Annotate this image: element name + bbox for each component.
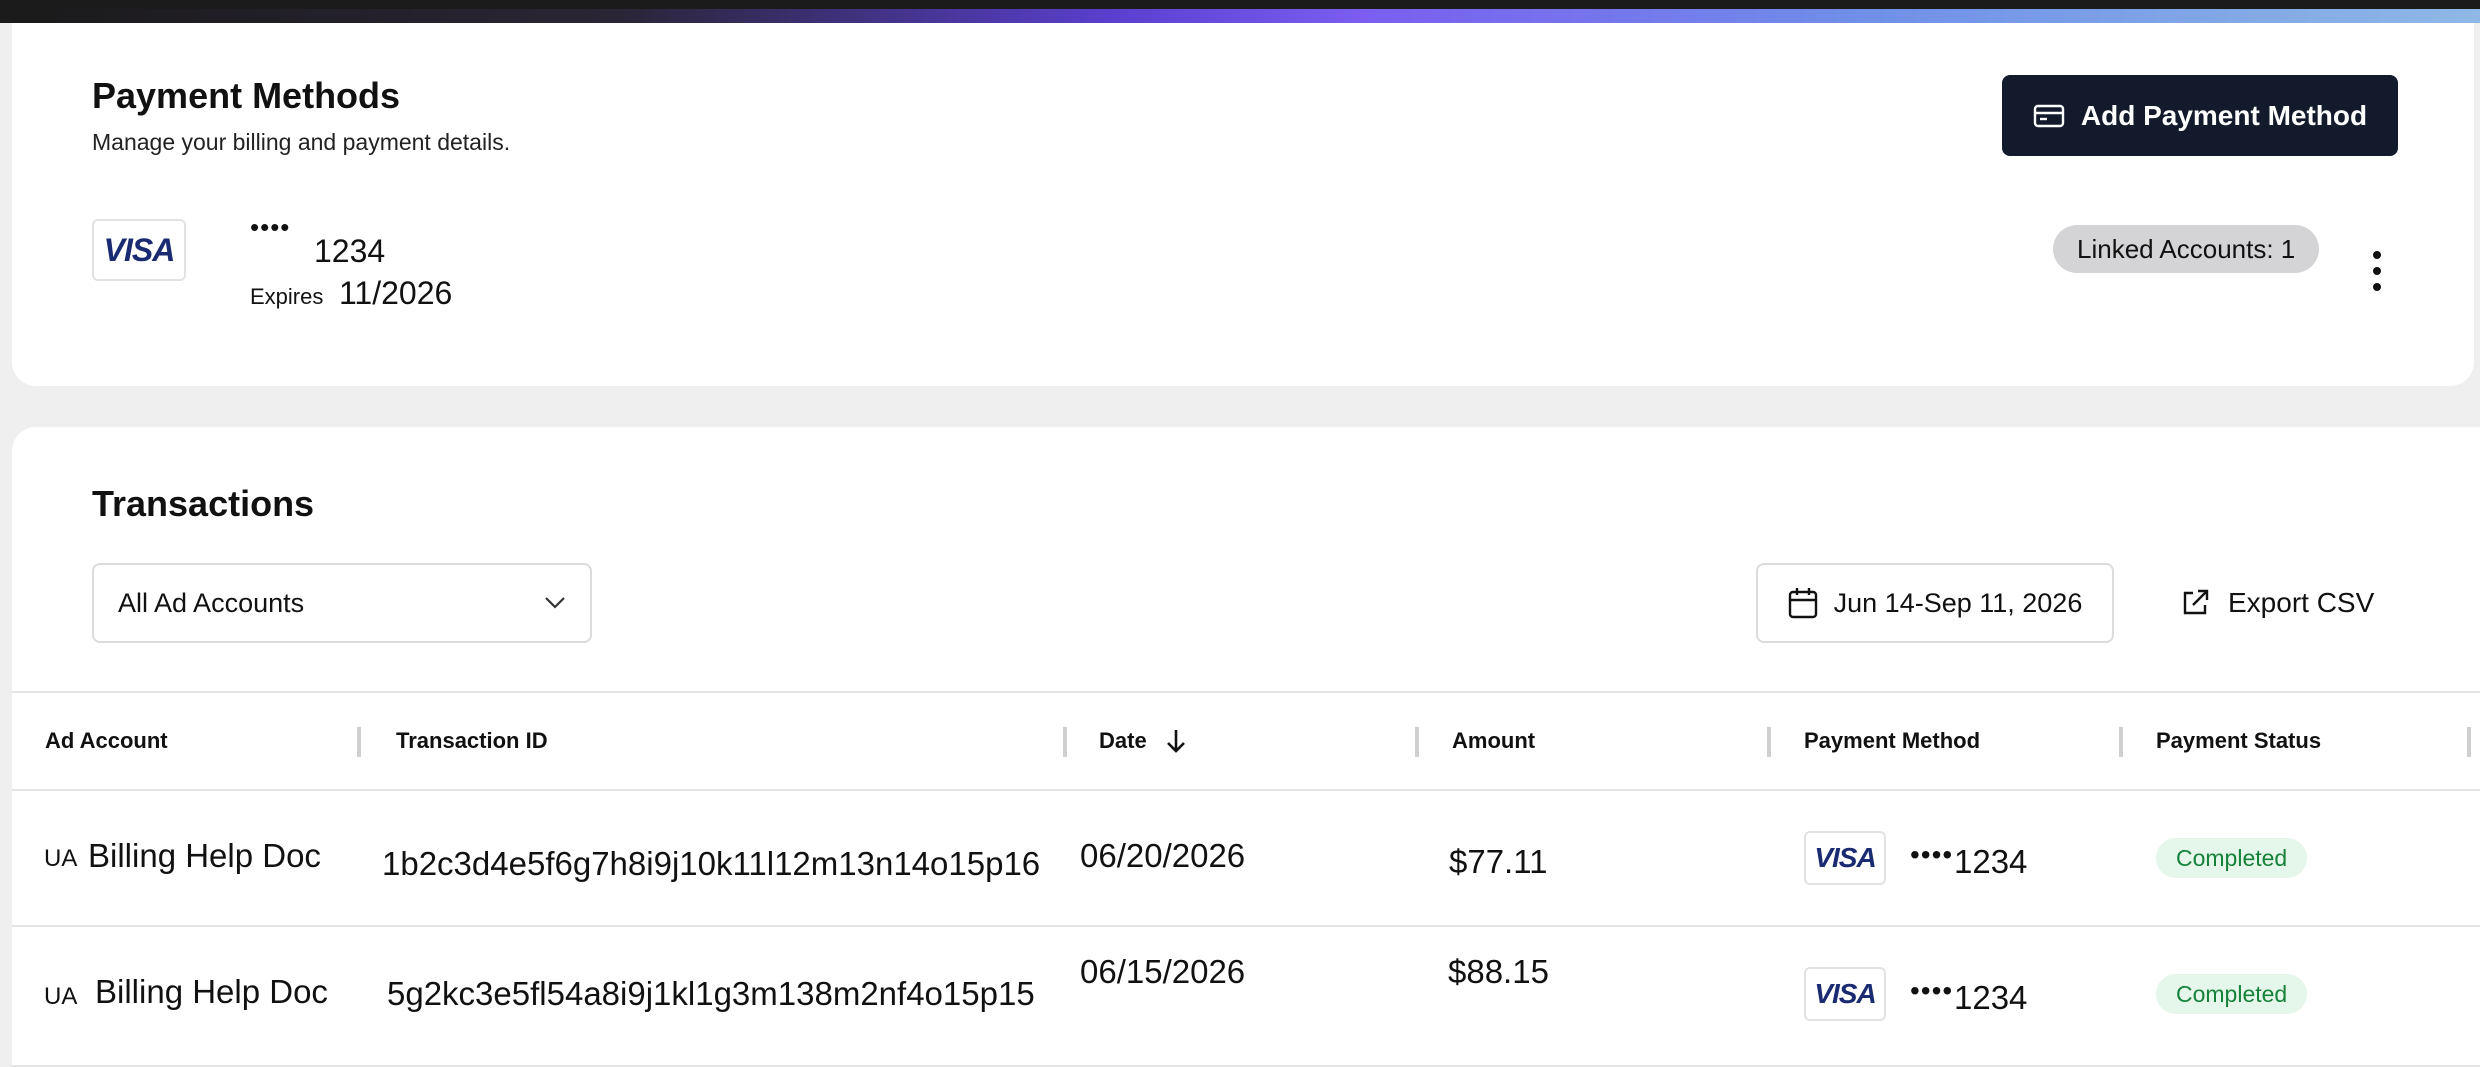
- column-header-ad-account[interactable]: Ad Account: [45, 693, 168, 789]
- status-badge: Completed: [2156, 838, 2308, 878]
- column-resize-handle[interactable]: [1767, 727, 1771, 757]
- payment-methods-card: Payment Methods Manage your billing and …: [12, 23, 2474, 386]
- credit-card-icon: [2033, 104, 2065, 127]
- transaction-amount: $88.15: [1448, 953, 1549, 990]
- column-resize-handle[interactable]: [1415, 727, 1419, 757]
- top-gradient-bar: [0, 0, 2480, 23]
- table-row[interactable]: UA Billing Help Doc 5g2kc3e5fl54a8i9j1kl…: [12, 927, 2480, 1067]
- column-header-payment-status[interactable]: Payment Status: [2156, 693, 2321, 789]
- status-badge-label: Completed: [2176, 980, 2288, 1007]
- payment-methods-subtitle: Manage your billing and payment details.: [92, 129, 511, 155]
- date-range-value: Jun 14-Sep 11, 2026: [1833, 587, 2083, 618]
- transaction-id: 5g2kc3e5fl54a8i9j1kl1g3m138m2nf4o15p15: [387, 975, 1035, 1012]
- visa-logo: VISA: [1804, 967, 1886, 1021]
- transaction-id: 1b2c3d4e5f6g7h8i9j10k11l12m13n14o15p16: [382, 845, 1041, 882]
- transaction-amount: $77.11: [1449, 843, 1548, 880]
- payment-methods-title: Payment Methods: [92, 75, 401, 116]
- table-row[interactable]: UA Billing Help Doc 1b2c3d4e5f6g7h8i9j10…: [12, 791, 2480, 927]
- transactions-table-header: Ad Account Transaction ID Date Amount Pa…: [12, 691, 2480, 791]
- column-header-transaction-id[interactable]: Transaction ID: [396, 693, 548, 789]
- column-resize-handle[interactable]: [357, 727, 361, 757]
- arrow-down-icon: [1166, 730, 1185, 753]
- ad-account-name[interactable]: Billing Help Doc: [88, 837, 321, 875]
- export-csv-button[interactable]: Export CSV: [2180, 563, 2374, 643]
- chevron-down-icon: [545, 597, 565, 609]
- external-link-icon: [2183, 589, 2209, 615]
- card-masked-digits: ••••: [1910, 839, 1954, 870]
- add-payment-method-label: Add Payment Method: [2080, 99, 2368, 131]
- date-range-picker[interactable]: Jun 14-Sep 11, 2026: [1756, 563, 2114, 643]
- card-last4: 1234: [314, 233, 386, 269]
- card-last4: 1234: [1954, 843, 2028, 880]
- export-csv-label: Export CSV: [2228, 587, 2375, 618]
- visa-logo: VISA: [92, 219, 186, 281]
- status-badge: Completed: [2156, 974, 2308, 1014]
- add-payment-method-button[interactable]: Add Payment Method: [2002, 75, 2398, 156]
- ad-account-prefix: UA: [44, 983, 78, 1010]
- column-header-amount[interactable]: Amount: [1452, 693, 1535, 789]
- column-header-payment-method[interactable]: Payment Method: [1804, 693, 1980, 789]
- card-masked-digits: ••••: [250, 212, 291, 242]
- card-expires-label: Expires: [250, 284, 324, 309]
- status-badge-label: Completed: [2176, 844, 2288, 871]
- ad-account-select-value: All Ad Accounts: [118, 587, 305, 618]
- linked-accounts-label: Linked Accounts: 1: [2077, 233, 2296, 264]
- kebab-menu-icon[interactable]: [2362, 251, 2392, 291]
- column-header-date-label: Date: [1099, 728, 1147, 753]
- card-expires-value: 11/2026: [339, 275, 453, 311]
- transactions-title: Transactions: [92, 483, 315, 524]
- transaction-date: 06/15/2026: [1080, 953, 1246, 990]
- ad-account-name[interactable]: Billing Help Doc: [95, 973, 328, 1011]
- ad-account-prefix: UA: [44, 845, 78, 872]
- card-masked-digits: ••••: [1910, 975, 1954, 1006]
- column-resize-handle[interactable]: [1063, 727, 1067, 757]
- linked-accounts-badge[interactable]: Linked Accounts: 1: [2053, 225, 2320, 273]
- transactions-card: Transactions All Ad Accounts Jun 14-Sep …: [12, 427, 2480, 1067]
- card-last4: 1234: [1954, 979, 2028, 1016]
- visa-brand-text: VISA: [1814, 842, 1876, 873]
- visa-brand-text: VISA: [103, 231, 176, 268]
- column-resize-handle[interactable]: [2467, 727, 2471, 757]
- visa-brand-text: VISA: [1814, 978, 1876, 1009]
- ad-account-select[interactable]: All Ad Accounts: [92, 563, 592, 643]
- column-header-date[interactable]: Date: [1099, 693, 1187, 789]
- calendar-icon: [1788, 588, 1817, 619]
- visa-logo: VISA: [1804, 831, 1886, 885]
- transaction-date: 06/20/2026: [1080, 837, 1246, 874]
- column-resize-handle[interactable]: [2119, 727, 2123, 757]
